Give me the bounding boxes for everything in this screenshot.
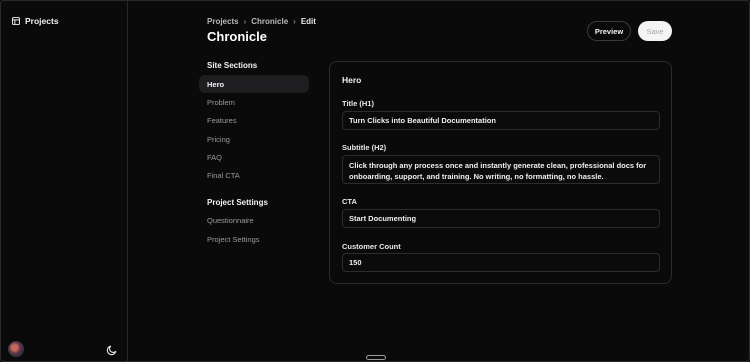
site-sections-heading: Site Sections (207, 61, 258, 70)
app-sidebar: Projects (1, 1, 128, 361)
save-button[interactable]: Save (638, 21, 672, 41)
breadcrumb-projects[interactable]: Projects (207, 17, 239, 26)
preview-button[interactable]: Preview (587, 21, 631, 41)
page-title: Chronicle (207, 29, 267, 44)
drag-handle[interactable] (366, 355, 386, 360)
cta-input[interactable]: Start Documenting (342, 209, 660, 228)
customer-count-label: Customer Count (342, 242, 401, 251)
card-title: Hero (342, 75, 362, 85)
subtitle-textarea[interactable]: Click through any process once and insta… (342, 155, 660, 184)
moon-icon[interactable] (106, 344, 118, 356)
hero-form-card: Hero Title (H1) Turn Clicks into Beautif… (329, 61, 672, 284)
title-label: Title (H1) (342, 99, 374, 108)
avatar[interactable] (8, 341, 24, 357)
breadcrumb-edit: Edit (300, 17, 316, 26)
app-window: Projects Projects › Chronicle › Edit Chr… (0, 0, 750, 362)
project-settings-heading: Project Settings (207, 198, 268, 207)
cta-label: CTA (342, 197, 357, 206)
nav-item-questionnaire[interactable]: Questionnaire (199, 211, 309, 229)
title-input[interactable]: Turn Clicks into Beautiful Documentation (342, 111, 660, 130)
sidebar-item-projects[interactable]: Projects (12, 16, 59, 26)
nav-item-final-cta[interactable]: Final CTA (199, 166, 309, 184)
nav-item-faq[interactable]: FAQ (199, 148, 309, 166)
sidebar-item-label: Projects (25, 16, 59, 26)
customer-count-input[interactable]: 150 (342, 253, 660, 272)
breadcrumb-chronicle[interactable]: Chronicle (251, 17, 288, 26)
breadcrumb: Projects › Chronicle › Edit (207, 17, 316, 26)
chevron-right-icon: › (293, 17, 296, 26)
nav-item-features[interactable]: Features (199, 111, 309, 129)
nav-item-problem[interactable]: Problem (199, 93, 309, 111)
subtitle-label: Subtitle (H2) (342, 143, 387, 152)
nav-item-pricing[interactable]: Pricing (199, 130, 309, 148)
nav-item-project-settings[interactable]: Project Settings (199, 230, 309, 248)
chevron-right-icon: › (243, 17, 247, 26)
nav-item-hero[interactable]: Hero (199, 75, 309, 93)
layout-icon (12, 17, 20, 25)
